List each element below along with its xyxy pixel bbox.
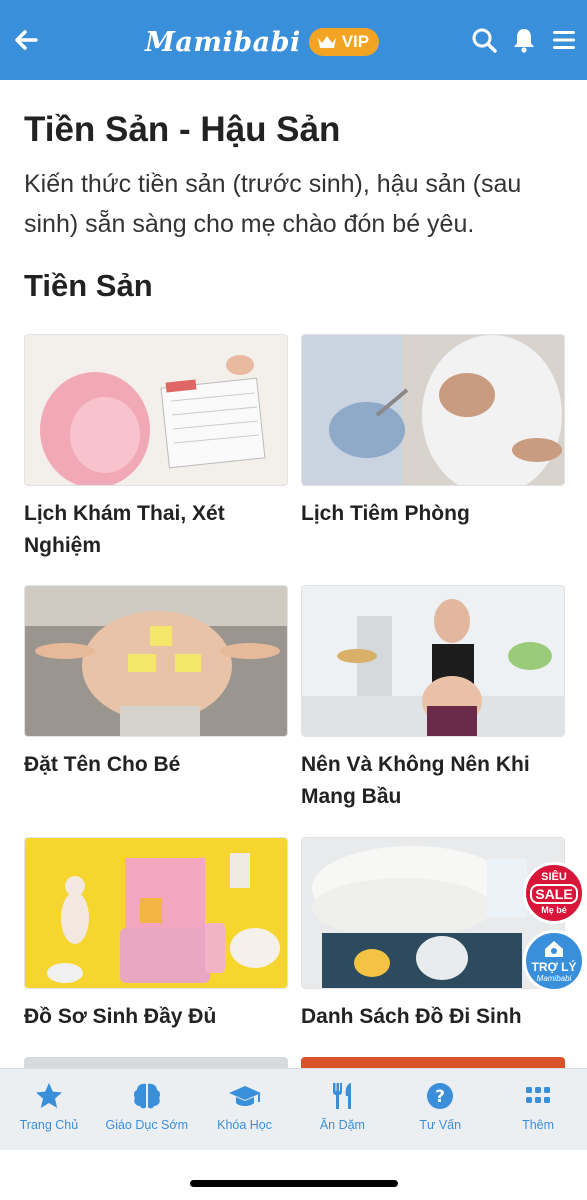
assistant-line2: Mamibabi — [536, 973, 572, 983]
svg-text:?: ? — [435, 1087, 445, 1107]
card-peek[interactable] — [24, 1057, 288, 1068]
grid-icon — [521, 1079, 555, 1113]
section-title: Tiền Sản — [24, 268, 153, 303]
card-lich-tiem-phong[interactable]: Lịch Tiêm Phòng — [301, 334, 565, 530]
nav-label: Thêm — [522, 1118, 555, 1132]
vip-badge[interactable]: VIP — [308, 28, 380, 56]
nav-label: Ăn Dặm — [319, 1118, 365, 1132]
card-danh-sach-do-di-sinh[interactable]: Danh Sách Đồ Đi Sinh — [301, 837, 565, 1033]
card-do-so-sinh[interactable]: Đồ Sơ Sinh Đầy Đủ — [24, 837, 288, 1033]
card-label: Nên Và Không Nên Khi Mang Bầu — [301, 753, 530, 808]
brand-logo[interactable]: Mamibabi VIP — [145, 22, 380, 62]
brain-icon — [130, 1079, 164, 1113]
assistant-floating-button[interactable]: TRỢ LÝ Mamibabi — [523, 930, 585, 992]
bottom-navigation: Trang Chủ Giáo Dục Sớm Khóa Học Ăn Dặm ?… — [0, 1068, 587, 1150]
card-lich-kham-thai[interactable]: Lịch Khám Thai, Xét Nghiệm — [24, 334, 288, 562]
back-arrow-icon[interactable] — [10, 24, 42, 56]
nav-item-trang-chu[interactable]: Trang Chủ — [0, 1069, 98, 1150]
card-image — [24, 585, 288, 737]
nav-label: Giáo Dục Sớm — [105, 1118, 188, 1132]
sale-line1: SIÊU — [541, 871, 567, 883]
nav-label: Trang Chủ — [19, 1118, 79, 1132]
assistant-line1: TRỢ LÝ — [531, 959, 577, 974]
house-heart-icon — [545, 940, 563, 957]
search-icon[interactable] — [471, 26, 497, 54]
page-description: Kiến thức tiền sản (trước sinh), hậu sản… — [24, 170, 522, 238]
top-bar: Mamibabi VIP — [0, 0, 587, 80]
main-content[interactable]: Tiền Sản - Hậu Sản Kiến thức tiền sản (t… — [0, 80, 587, 1068]
question-icon: ? — [423, 1079, 457, 1113]
nav-item-khoa-hoc[interactable]: Khóa Học — [196, 1069, 294, 1150]
nav-item-them[interactable]: Thêm — [489, 1069, 587, 1150]
fork-knife-icon — [325, 1079, 359, 1113]
nav-item-an-dam[interactable]: Ăn Dặm — [293, 1069, 391, 1150]
card-peek[interactable] — [301, 1057, 565, 1068]
brand-name: Mamibabi — [145, 26, 301, 58]
nav-item-tu-van[interactable]: ? Tư Vấn — [391, 1069, 489, 1150]
sale-line3: Mẹ bé — [541, 905, 567, 915]
card-image — [301, 585, 565, 737]
sale-line2: SALE — [530, 884, 578, 904]
home-indicator[interactable] — [190, 1180, 398, 1187]
card-label: Lịch Khám Thai, Xét Nghiệm — [24, 502, 225, 557]
card-image — [24, 334, 288, 486]
crown-icon — [317, 36, 336, 48]
sale-floating-button[interactable]: SIÊU SALE Mẹ bé — [523, 862, 585, 924]
vip-label: VIP — [341, 32, 370, 51]
card-image — [24, 837, 288, 989]
card-label: Lịch Tiêm Phòng — [301, 502, 470, 525]
bell-icon[interactable] — [511, 26, 537, 54]
nav-label: Tư Vấn — [419, 1118, 462, 1132]
card-dat-ten-cho-be[interactable]: Đặt Tên Cho Bé — [24, 585, 288, 781]
nav-item-giao-duc-som[interactable]: Giáo Dục Sớm — [98, 1069, 196, 1150]
page-title: Tiền Sản - Hậu Sản — [24, 110, 341, 149]
card-label: Danh Sách Đồ Đi Sinh — [301, 1005, 522, 1028]
star-icon — [32, 1079, 66, 1113]
card-label: Đồ Sơ Sinh Đầy Đủ — [24, 1005, 217, 1028]
graduation-cap-icon — [228, 1079, 262, 1113]
safe-area — [0, 1150, 587, 1200]
menu-icon[interactable] — [551, 26, 577, 54]
card-nen-va-khong-nen[interactable]: Nên Và Không Nên Khi Mang Bầu — [301, 585, 565, 813]
card-image — [301, 334, 565, 486]
card-label: Đặt Tên Cho Bé — [24, 753, 181, 776]
nav-label: Khóa Học — [217, 1118, 273, 1132]
